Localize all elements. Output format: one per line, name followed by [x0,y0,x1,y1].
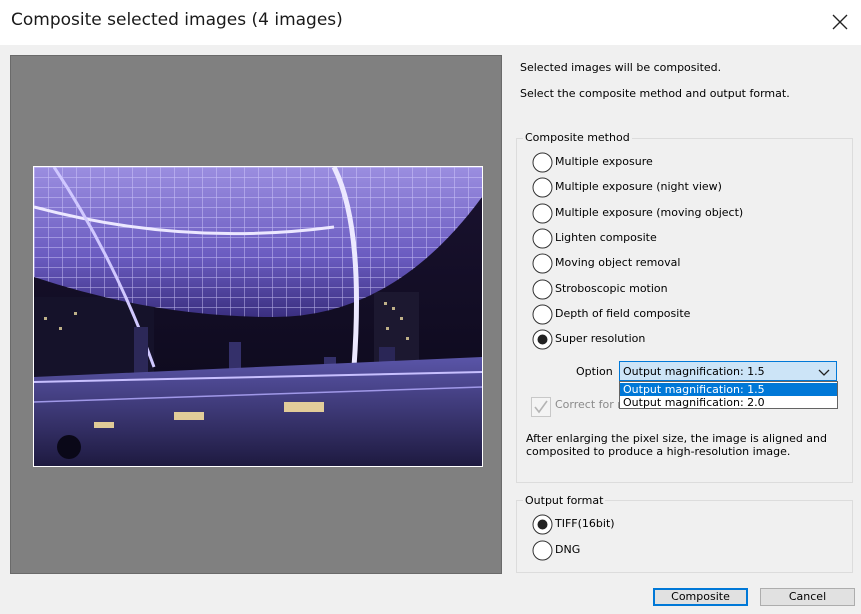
radio-label-stroboscopic-motion: Stroboscopic motion [555,282,668,295]
radio-stroboscopic-motion[interactable] [532,279,553,300]
radio-label-depth-of-field: Depth of field composite [555,307,691,320]
dropdown-option-label: Output magnification: 2.0 [623,396,765,409]
radio-tiff-16bit[interactable] [532,514,553,535]
radio-dng[interactable] [532,540,553,561]
radio-depth-of-field[interactable] [532,304,553,325]
info-text-1: Selected images will be composited. [520,61,722,74]
option-select[interactable]: Output magnification: 1.5 [619,361,837,381]
radio-label-tiff: TIFF(16bit) [555,517,615,530]
radio-multiple-exposure[interactable] [532,152,553,173]
radio-label-multiple-exposure: Multiple exposure [555,155,653,168]
radio-label-moving-object-removal: Moving object removal [555,256,681,269]
method-description-1: After enlarging the pixel size, the imag… [526,432,828,445]
radio-super-resolution[interactable] [532,329,553,350]
radio-label-dng: DNG [555,543,581,556]
option-label: Option [576,365,613,378]
option-select-value: Output magnification: 1.5 [623,365,765,378]
radio-label-super-resolution: Super resolution [555,332,646,345]
preview-image [33,166,483,467]
dropdown-option-label: Output magnification: 1.5 [623,383,765,396]
correct-checkbox-label: Correct for m [555,398,628,411]
radio-multiple-exposure-moving[interactable] [532,203,553,224]
dialog-title: Composite selected images (4 images) [11,10,343,30]
radio-multiple-exposure-night[interactable] [532,177,553,198]
composite-button[interactable]: Composite [653,588,748,606]
preview-panel [10,55,502,574]
close-icon[interactable] [826,8,854,36]
cancel-button[interactable]: Cancel [760,588,855,606]
radio-label-lighten-composite: Lighten composite [555,231,657,244]
radio-moving-object-removal[interactable] [532,253,553,274]
output-format-legend: Output format [523,494,606,507]
radio-label-multiple-exposure-moving: Multiple exposure (moving object) [555,206,744,219]
dropdown-option-2-0[interactable]: Output magnification: 2.0 [620,396,837,409]
correct-checkbox[interactable] [531,397,551,417]
title-bar: Composite selected images (4 images) [0,0,861,45]
radio-lighten-composite[interactable] [532,228,553,249]
output-format-group [516,500,853,573]
method-description-2: composited to produce a high-resolution … [526,445,791,458]
composite-method-legend: Composite method [523,131,632,144]
info-text-2: Select the composite method and output f… [520,87,790,100]
radio-label-multiple-exposure-night: Multiple exposure (night view) [555,180,722,193]
chevron-down-icon [818,367,830,380]
dropdown-option-1-5[interactable]: Output magnification: 1.5 [620,383,837,396]
option-dropdown-list: Output magnification: 1.5 Output magnifi… [619,381,838,409]
